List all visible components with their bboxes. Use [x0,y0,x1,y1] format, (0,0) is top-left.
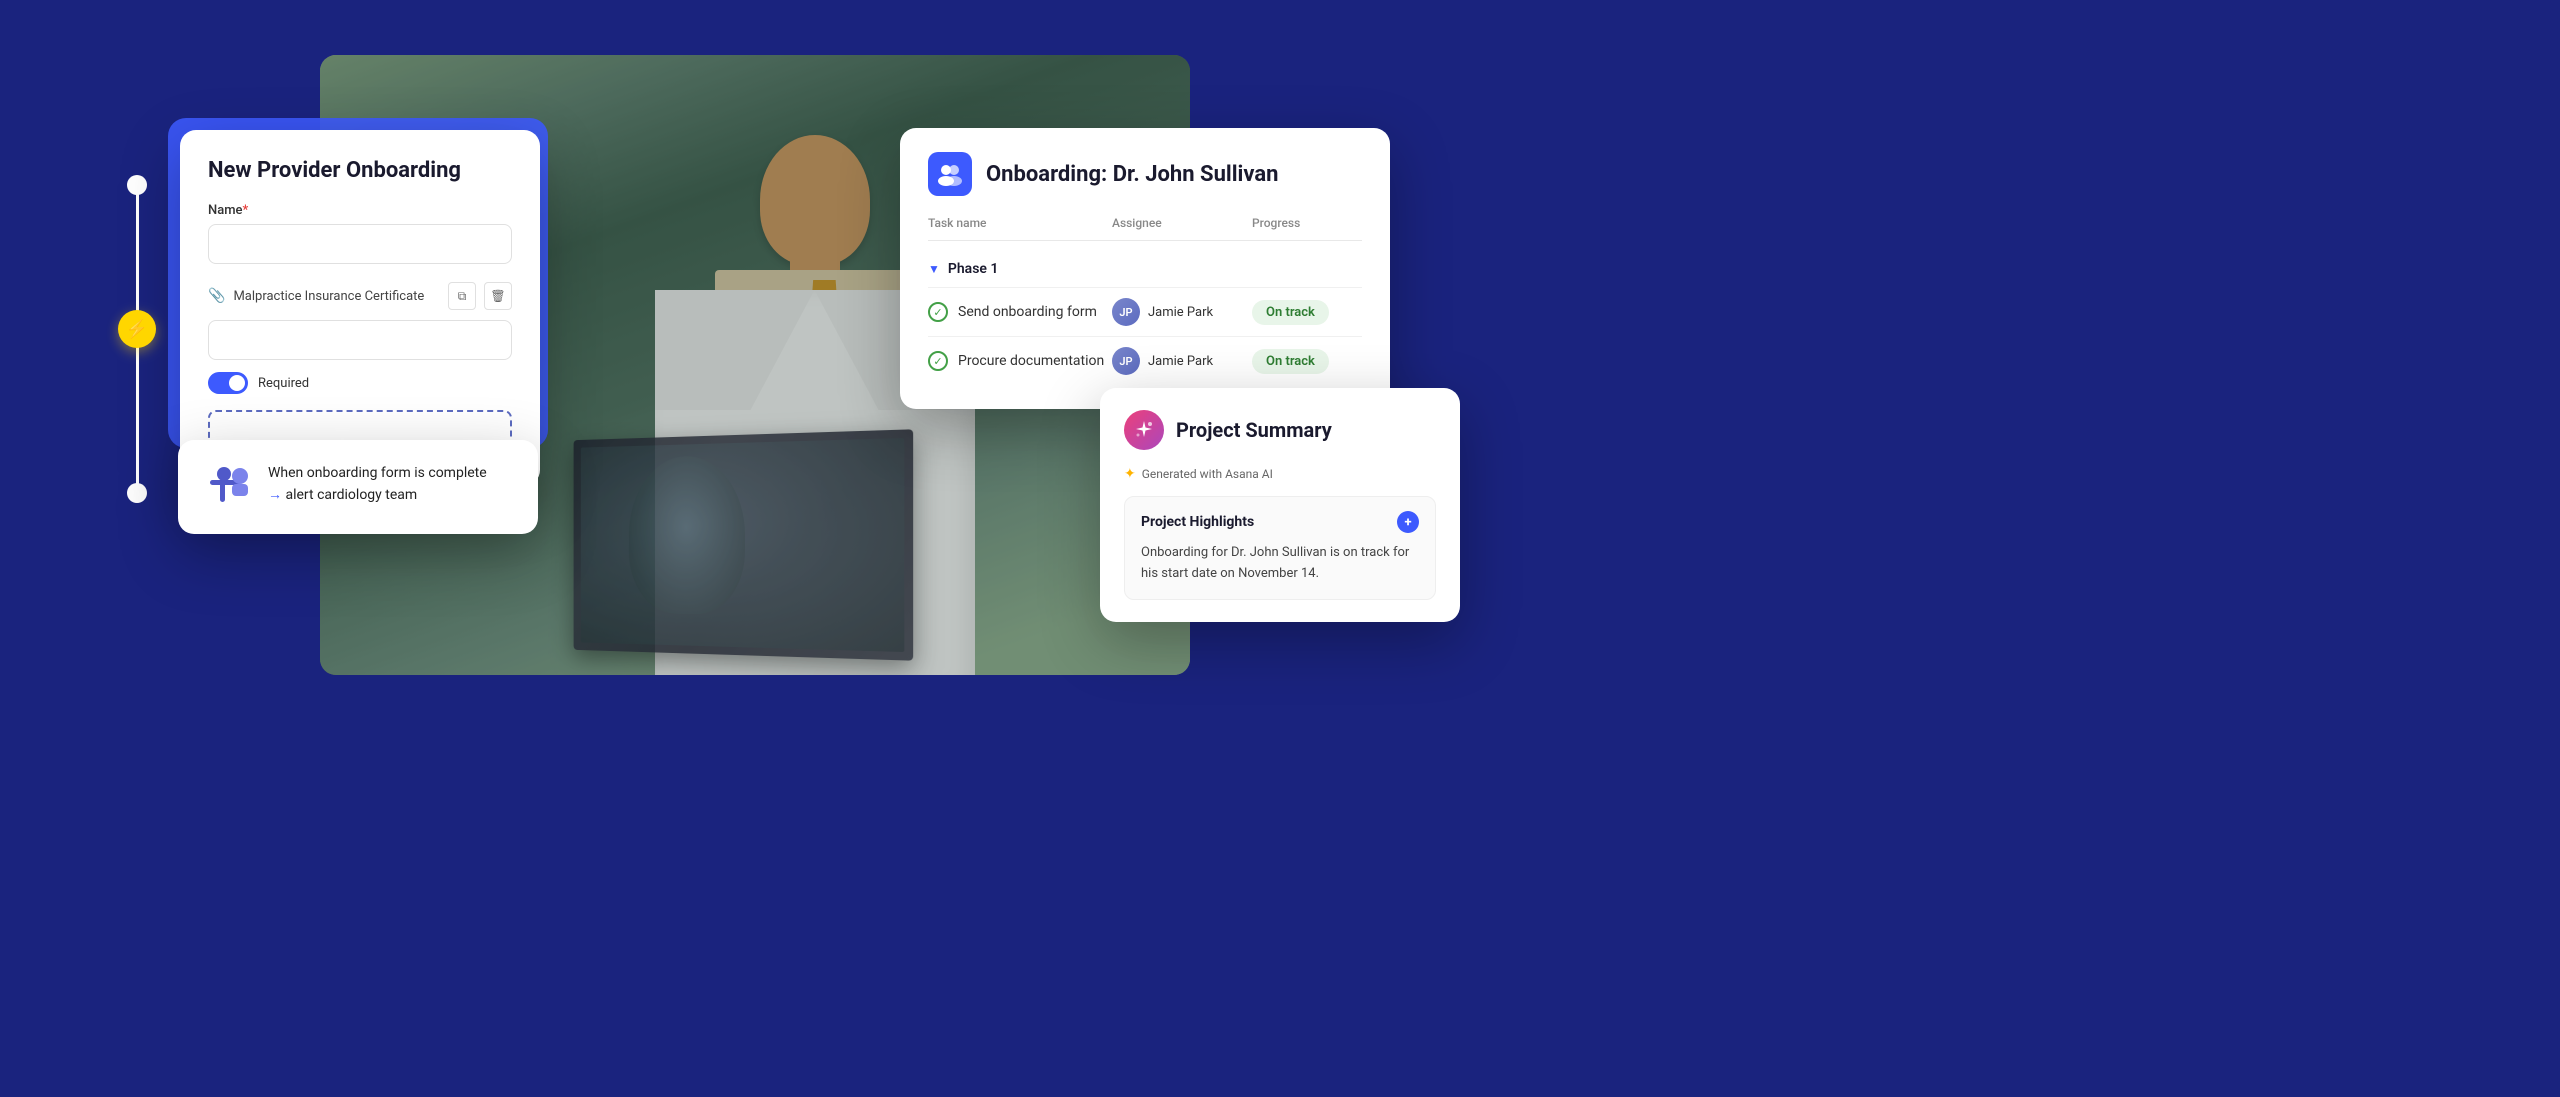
avatar-2: JP [1112,347,1140,375]
check-circle-2: ✓ [928,351,948,371]
toggle-row: Required [208,372,512,394]
col-assignee: Assignee [1112,216,1252,230]
task-name-2: ✓ Procure documentation [928,351,1112,371]
task-name-1: ✓ Send onboarding form [928,302,1112,322]
lightning-icon: ⚡ [126,319,148,340]
ai-star-icon: ✦ [1124,466,1136,482]
attachment-actions: ⧉ 🗑 [448,282,512,310]
table-row: ✓ Procure documentation JP Jamie Park On… [928,336,1362,385]
progress-badge-2: On track [1252,349,1362,374]
task-card: Onboarding: Dr. John Sullivan Task name … [900,128,1390,409]
name-field-label: Name* [208,203,512,218]
phase-chevron-icon: ▼ [928,262,940,276]
phase-row: ▼ Phase 1 [928,251,1362,287]
delete-attachment-button[interactable]: 🗑 [484,282,512,310]
ai-badge: ✦ Generated with Asana AI [1124,466,1436,482]
ai-label: Generated with Asana AI [1142,467,1273,481]
lightning-badge: ⚡ [118,310,156,348]
connector-dot-bottom [127,483,147,503]
task-table-header: Task name Assignee Progress [928,216,1362,241]
task-card-title: Onboarding: Dr. John Sullivan [986,162,1278,187]
attachment-row: 📎 Malpractice Insurance Certificate ⧉ 🗑 [208,282,512,310]
people-icon [937,161,963,187]
connector-dot-top [127,175,147,195]
summary-inner: Project Highlights + Onboarding for Dr. … [1124,496,1436,600]
teams-icon [202,462,252,512]
teams-svg-icon [202,462,252,512]
teams-text: When onboarding form is complete → alert… [268,462,487,507]
on-track-badge-1: On track [1252,300,1329,325]
attachment-label: Malpractice Insurance Certificate [233,289,440,304]
check-circle-1: ✓ [928,302,948,322]
assignee-2: JP Jamie Park [1112,347,1252,375]
form-card: New Provider Onboarding Name* 📎 Malpract… [180,130,540,486]
sparkle-icon [1133,419,1155,441]
summary-title: Project Summary [1176,418,1332,442]
task-card-header: Onboarding: Dr. John Sullivan [928,152,1362,196]
highlights-header: Project Highlights + [1141,511,1419,533]
highlights-badge[interactable]: + [1397,511,1419,533]
phase-label: Phase 1 [948,261,999,277]
highlights-text: Onboarding for Dr. John Sullivan is on t… [1141,543,1419,585]
highlights-title: Project Highlights [1141,514,1254,530]
teams-card: When onboarding form is complete → alert… [178,440,538,534]
attachment-input[interactable] [208,320,512,360]
assignee-1: JP Jamie Park [1112,298,1252,326]
summary-icon [1124,410,1164,450]
form-card-title: New Provider Onboarding [208,158,512,183]
col-task-name: Task name [928,216,1112,230]
avatar-1: JP [1112,298,1140,326]
required-toggle[interactable] [208,372,248,394]
table-row: ✓ Send onboarding form JP Jamie Park On … [928,287,1362,336]
name-input[interactable] [208,224,512,264]
attachment-icon: 📎 [208,288,225,304]
summary-header: Project Summary [1124,410,1436,450]
progress-badge-1: On track [1252,300,1362,325]
col-progress: Progress [1252,216,1362,230]
on-track-badge-2: On track [1252,349,1329,374]
summary-card: Project Summary ✦ Generated with Asana A… [1100,388,1460,622]
copy-attachment-button[interactable]: ⧉ [448,282,476,310]
task-card-icon [928,152,972,196]
toggle-label: Required [258,376,309,391]
